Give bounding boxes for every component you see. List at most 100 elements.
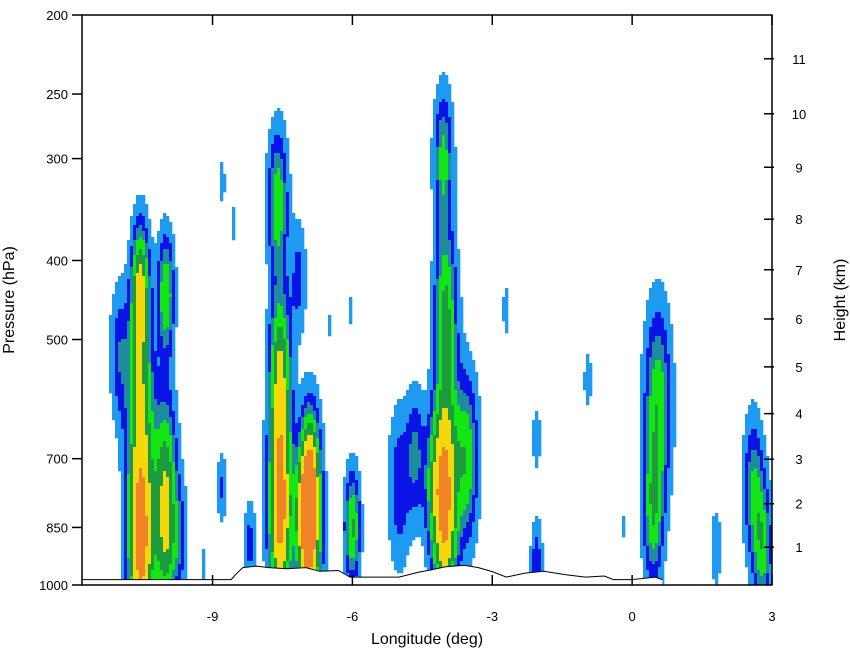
contour-band bbox=[289, 219, 302, 223]
contour-band bbox=[181, 525, 185, 529]
contour-band bbox=[148, 465, 155, 469]
contour-band bbox=[670, 417, 677, 421]
contour-band bbox=[454, 270, 458, 274]
contour-band bbox=[283, 447, 287, 451]
contour-band bbox=[118, 453, 125, 457]
contour-band bbox=[145, 315, 149, 319]
contour-band bbox=[349, 516, 359, 520]
contour-band bbox=[268, 480, 272, 484]
contour-band bbox=[157, 363, 161, 367]
contour-band bbox=[283, 204, 287, 208]
contour-band bbox=[292, 423, 302, 427]
contour-band bbox=[640, 423, 644, 427]
contour-band bbox=[274, 345, 287, 349]
contour-band bbox=[355, 531, 359, 535]
contour-band bbox=[271, 327, 275, 331]
contour-band bbox=[319, 453, 323, 457]
contour-band bbox=[439, 363, 443, 367]
contour-band bbox=[286, 198, 290, 202]
contour-band bbox=[151, 285, 158, 289]
contour-band bbox=[586, 360, 590, 364]
contour-band bbox=[289, 468, 293, 472]
contour-band bbox=[172, 348, 176, 352]
contour-band bbox=[121, 420, 128, 424]
contour-band bbox=[322, 444, 326, 448]
contour-band bbox=[433, 402, 437, 406]
contour-band bbox=[463, 474, 473, 478]
contour-band bbox=[262, 504, 266, 508]
contour-band bbox=[151, 387, 155, 391]
contour-band bbox=[289, 405, 293, 409]
contour-band bbox=[319, 501, 323, 505]
contour-band bbox=[133, 237, 137, 241]
contour-band bbox=[148, 234, 152, 238]
contour-band bbox=[283, 360, 287, 364]
contour-band bbox=[142, 342, 149, 346]
contour-band bbox=[130, 234, 134, 238]
contour-band bbox=[280, 168, 284, 172]
contour-band bbox=[175, 474, 179, 478]
contour-band bbox=[274, 231, 281, 235]
contour-band bbox=[649, 291, 668, 295]
contour-band bbox=[274, 423, 287, 427]
contour-band bbox=[133, 348, 137, 352]
contour-band bbox=[295, 465, 299, 469]
contour-band bbox=[448, 231, 455, 235]
contour-band bbox=[142, 372, 149, 376]
contour-band bbox=[433, 345, 437, 349]
contour-band bbox=[451, 198, 458, 202]
contour-band bbox=[136, 222, 146, 226]
contour-band bbox=[745, 462, 749, 466]
contour-band bbox=[271, 192, 275, 196]
contour-band bbox=[433, 504, 440, 508]
contour-band bbox=[451, 441, 461, 445]
contour-band bbox=[289, 279, 293, 283]
contour-band bbox=[430, 273, 437, 277]
contour-band bbox=[118, 309, 131, 313]
contour-band bbox=[454, 510, 458, 514]
contour-band bbox=[448, 531, 452, 535]
contour-band bbox=[133, 204, 149, 208]
contour-band bbox=[289, 351, 293, 355]
contour-band bbox=[301, 525, 317, 529]
contour-band bbox=[286, 228, 290, 232]
contour-band bbox=[268, 273, 272, 277]
contour-band bbox=[349, 309, 353, 313]
contour-band bbox=[457, 534, 464, 538]
contour-band bbox=[436, 450, 443, 454]
contour-band bbox=[346, 468, 359, 472]
contour-band bbox=[433, 447, 437, 451]
contour-band bbox=[121, 474, 125, 478]
contour-band bbox=[130, 291, 134, 295]
contour-band bbox=[163, 441, 167, 445]
contour-band bbox=[130, 474, 134, 478]
contour-band bbox=[433, 423, 437, 427]
contour-band bbox=[301, 300, 308, 304]
contour-band bbox=[232, 228, 236, 232]
contour-band bbox=[148, 330, 152, 334]
contour-band bbox=[328, 327, 332, 331]
contour-band bbox=[436, 375, 440, 379]
contour-band bbox=[361, 525, 365, 529]
contour-band bbox=[745, 513, 749, 517]
contour-band bbox=[298, 477, 302, 481]
contour-band bbox=[160, 225, 173, 229]
contour-band bbox=[289, 366, 293, 370]
contour-band bbox=[145, 504, 152, 508]
contour-band bbox=[124, 402, 131, 406]
contour-band bbox=[151, 378, 155, 382]
contour-band bbox=[274, 456, 278, 460]
contour-band bbox=[265, 333, 269, 337]
contour-band bbox=[472, 438, 476, 442]
contour-band bbox=[667, 405, 671, 409]
contour-band bbox=[268, 438, 272, 442]
contour-band bbox=[664, 528, 671, 532]
contour-band bbox=[130, 414, 134, 418]
contour-band bbox=[439, 252, 452, 256]
contour-band bbox=[475, 501, 482, 505]
contour-band bbox=[355, 522, 359, 526]
contour-band bbox=[289, 315, 293, 319]
contour-band bbox=[115, 381, 122, 385]
contour-band bbox=[436, 525, 440, 529]
contour-band bbox=[175, 462, 179, 466]
